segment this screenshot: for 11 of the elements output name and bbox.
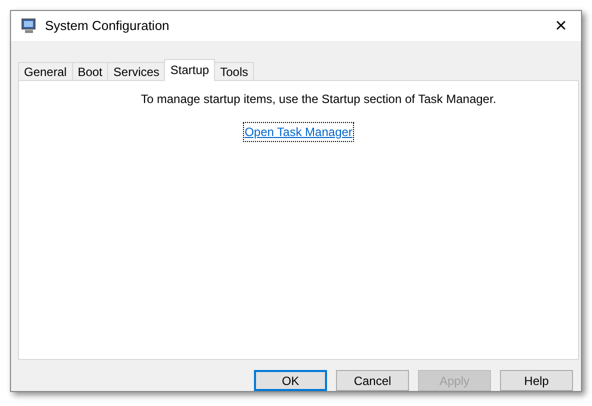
task-manager-link[interactable]: Open Task Manager: [244, 122, 354, 141]
tab[interactable]: General: [18, 62, 73, 80]
tab[interactable]: Startup: [164, 58, 216, 81]
dialog-button[interactable]: Help: [500, 370, 573, 391]
info-text: To manage startup items, use the Startup section of Task Manager.: [140, 90, 496, 108]
window-title: System Configuration: [45, 17, 170, 36]
dialog-button[interactable]: Cancel: [336, 370, 409, 391]
monitor-icon: [21, 18, 37, 34]
tab[interactable]: Tools: [214, 62, 254, 80]
close-button[interactable]: ×: [541, 11, 581, 41]
dialog-button[interactable]: OK: [254, 370, 327, 391]
